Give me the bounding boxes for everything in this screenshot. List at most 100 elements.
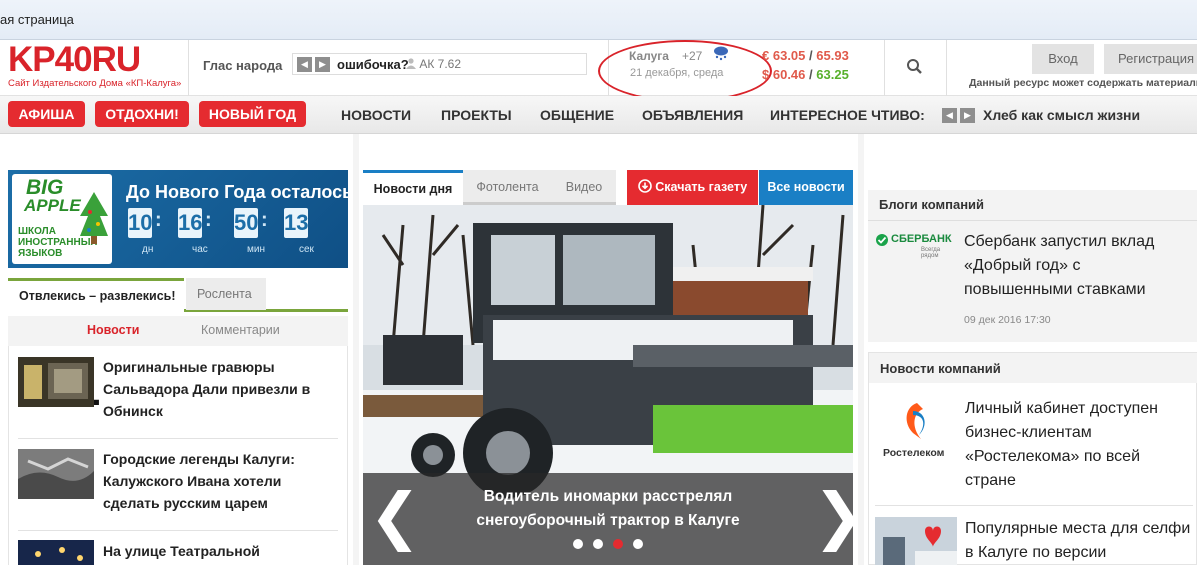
currency-row-2: $ 60.46 / 63.25 [762, 67, 849, 82]
unit-days: дн [142, 244, 154, 255]
divider [868, 220, 1197, 221]
divider [875, 505, 1193, 506]
column-gutter [858, 134, 864, 565]
tab-news-of-day[interactable]: Новости дня [363, 170, 463, 205]
rostelecom-logo[interactable]: Ростелеком [879, 401, 959, 466]
news-slideshow[interactable]: Водитель иномарки расстрелял снегоубороч… [363, 205, 853, 565]
company-news-title[interactable]: Новости компаний [880, 361, 1001, 376]
left-subtabs: Новости Комментарии [8, 316, 348, 346]
site-logo[interactable]: KP40. RU [8, 40, 142, 413]
nav-item-projects[interactable]: ПРОЕКТЫ [441, 107, 512, 123]
glas-author-name: АК 7.62 [419, 57, 462, 71]
nav-item-communication[interactable]: ОБЩЕНИЕ [540, 107, 614, 123]
chevron-left-icon[interactable]: ◀ [942, 108, 957, 123]
tab-roslenta[interactable]: Рослента [186, 278, 266, 310]
list-item[interactable]: На улице Театральной [9, 530, 347, 565]
unit-minutes: мин [247, 244, 265, 255]
countdown-days: 10 [128, 208, 152, 238]
news-thumbnail[interactable] [18, 540, 94, 565]
all-news-button[interactable]: Все новости [759, 170, 853, 205]
blog-headline[interactable]: Сбербанк запустил вклад «Добрый год» с п… [964, 230, 1192, 302]
chevron-right-icon[interactable]: ▶ [960, 108, 975, 123]
currency-buy: 63.05 [772, 48, 806, 63]
list-item[interactable]: Оригинальные гравюры Сальвадора Дали при… [9, 346, 347, 438]
list-item[interactable]: Городские легенды Калуги: Калужского Ива… [9, 438, 347, 530]
left-news-list: Оригинальные гравюры Сальвадора Дали при… [8, 346, 348, 565]
big-apple-logo: BIG APPLE ШКОЛА ИНОСТРАННЫХ ЯЗЫКОВ [12, 174, 112, 264]
nav-item-reading[interactable]: ИНТЕРЕСНОЕ ЧТИВО: [770, 107, 925, 123]
column-gutter [353, 134, 359, 565]
reading-ticker-item[interactable]: Хлеб как смысл жизни [983, 107, 1140, 123]
company-news-headline[interactable]: Личный кабинет доступен бизнес-клиентам … [965, 397, 1193, 493]
weather-date: 21 декабря, среда [630, 67, 724, 79]
news-headline[interactable]: На улице Театральной [103, 540, 333, 562]
browser-tab-title[interactable]: ая страница [0, 12, 74, 27]
left-tabs: Отвлекись – развлекись! Рослента [8, 278, 348, 312]
glas-item-author: АК 7.62 [406, 57, 461, 71]
logo-tld: RU [91, 40, 142, 79]
site-header: KP40. RU Сайт Издательского Дома «КП-Калу… [0, 40, 1197, 413]
countdown-minutes: 50 [234, 208, 258, 238]
glas-item-title[interactable]: ошибочка? [337, 57, 409, 72]
unit-hours: час [192, 244, 208, 255]
download-newspaper-button[interactable]: Скачать газету [627, 170, 758, 205]
sberbank-logo[interactable]: СБЕРБАНК Всегда рядом [875, 230, 957, 260]
tab-photo-feed[interactable]: Фотолента [463, 170, 552, 205]
nav-item-news[interactable]: НОВОСТИ [341, 107, 411, 123]
tab-video[interactable]: Видео [552, 170, 616, 205]
nav-pill-afisha[interactable]: АФИША [8, 101, 85, 127]
chevron-left-icon[interactable]: ◀ [297, 57, 312, 72]
header-divider [884, 40, 885, 96]
news-thumbnail[interactable] [875, 517, 957, 565]
countdown-hours: 16 [178, 208, 202, 238]
nav-pill-otdokhni[interactable]: ОТДОХНИ! [95, 101, 189, 127]
slide-dot[interactable] [613, 539, 623, 549]
rostelecom-logo-text: Ростелеком [883, 447, 945, 459]
glas-naroda-ticker[interactable]: ◀ ▶ ошибочка? АК 7.62 [292, 53, 587, 75]
countdown-title: До Нового Года осталось [126, 182, 348, 202]
unit-seconds: сек [299, 244, 314, 255]
subtab-news[interactable]: Новости [87, 323, 139, 337]
dollar-sign: $ [762, 67, 770, 82]
subtab-comments[interactable]: Комментарии [201, 323, 280, 337]
logo-subtitle: Сайт Издательского Дома «КП-Калуга» [8, 78, 182, 89]
company-blogs-title[interactable]: Блоги компаний [879, 197, 984, 212]
tab-otvlekis[interactable]: Отвлекись – развлекись! [8, 278, 184, 312]
search-icon[interactable] [902, 54, 928, 80]
sberbank-logo-slogan: Всегда рядом [921, 247, 941, 259]
company-blogs-panel: Блоги компаний СБЕРБАНК Всегда рядом Сбе… [868, 190, 1197, 342]
slide-prev-arrow-icon[interactable]: ❮ [369, 485, 421, 547]
christmas-tree-icon [80, 192, 108, 244]
nav-pill-new-year[interactable]: НОВЫЙ ГОД [199, 101, 306, 127]
slide-next-arrow-icon[interactable]: ❯ [813, 485, 853, 547]
slide-dot[interactable] [633, 539, 643, 549]
header-divider [188, 40, 189, 96]
login-button[interactable]: Вход [1032, 44, 1094, 74]
news-headline[interactable]: Оригинальные гравюры Сальвадора Дали при… [103, 356, 333, 422]
countdown-colon: : [261, 209, 268, 231]
weather-temp: +27 [682, 49, 703, 63]
rostelecom-logo-icon [906, 403, 925, 439]
slide-dot[interactable] [573, 539, 583, 549]
glas-naroda-label[interactable]: Глас народа [203, 58, 282, 73]
slide-caption-bar: Водитель иномарки расстрелял снегоубороч… [363, 473, 853, 565]
brand-apple: APPLE [24, 196, 81, 215]
nav-item-ads[interactable]: ОБЪЯВЛЕНИЯ [642, 107, 743, 123]
register-button[interactable]: Регистрация [1104, 44, 1197, 74]
header-divider [946, 40, 947, 96]
logo-main: KP40 [8, 40, 93, 79]
currency-buy: 60.46 [772, 67, 806, 82]
weather-city[interactable]: Калуга [629, 49, 669, 63]
slide-dot[interactable] [593, 539, 603, 549]
age-warning: Данный ресурс может содержать материалы … [969, 77, 1197, 89]
slide-caption[interactable]: Водитель иномарки расстрелял снегоубороч… [453, 485, 763, 533]
countdown-seconds: 13 [284, 208, 308, 238]
currency-sell: 65.93 [816, 48, 849, 63]
company-news-headline[interactable]: Популярные места для селфи в Калуге по в… [965, 517, 1193, 565]
news-headline[interactable]: Городские легенды Калуги: Калужского Ива… [103, 448, 333, 514]
euro-sign: € [762, 48, 770, 63]
new-year-countdown-banner[interactable]: BIG APPLE ШКОЛА ИНОСТРАННЫХ ЯЗЫКОВ До Но… [8, 170, 348, 268]
chevron-right-icon[interactable]: ▶ [315, 57, 330, 72]
news-thumbnail[interactable] [18, 449, 94, 499]
news-thumbnail[interactable] [18, 357, 94, 407]
